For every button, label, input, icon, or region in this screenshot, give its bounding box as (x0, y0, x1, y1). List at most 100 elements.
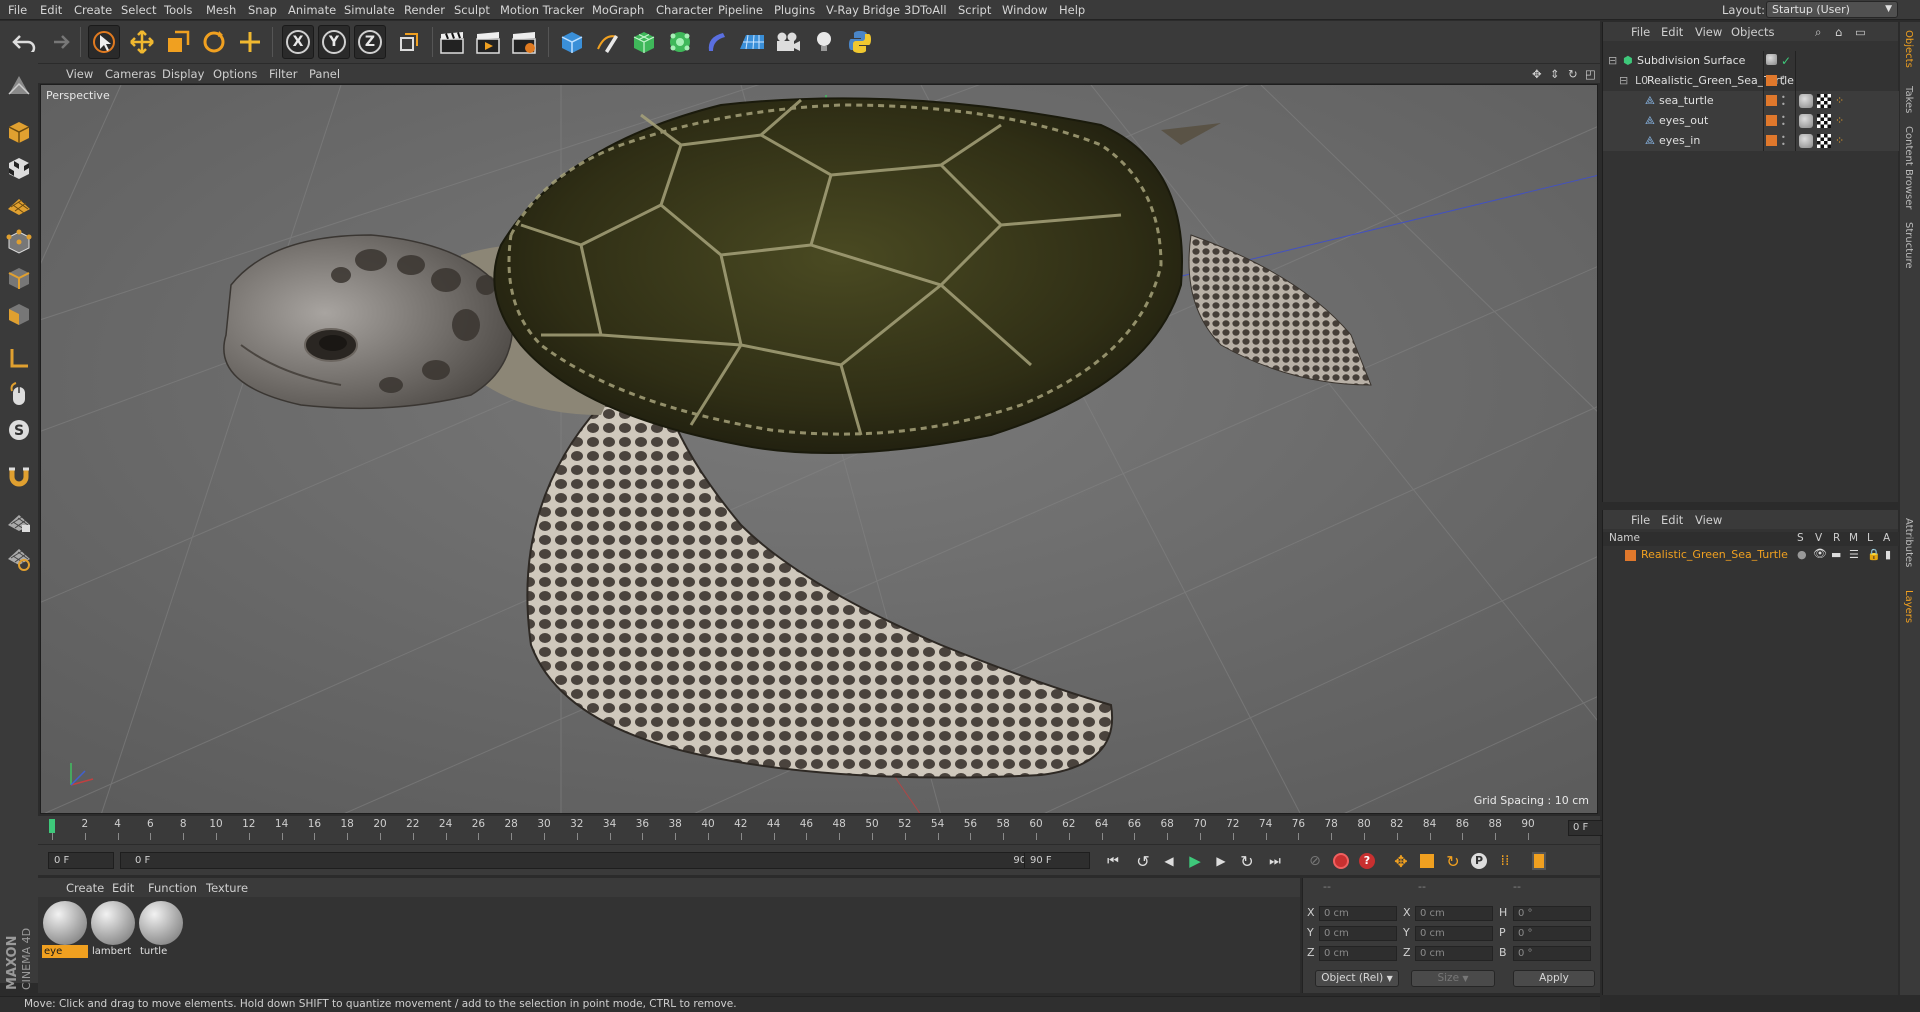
redo-button[interactable] (42, 25, 74, 59)
search-icon[interactable]: ⌕ (1815, 25, 1821, 40)
menu-tools[interactable]: Tools (164, 3, 192, 17)
menu-help[interactable]: Help (1059, 3, 1085, 17)
viewport-rotate-icon[interactable]: ↻ (1568, 67, 1578, 81)
menu-mesh[interactable]: Mesh (206, 3, 236, 17)
keyframe-rotation-button[interactable]: ↻ (1442, 850, 1464, 872)
timeline-layout-button[interactable] (1528, 850, 1550, 872)
size-y-field[interactable]: 0 cm (1415, 926, 1493, 941)
material-menu-function[interactable]: Function (148, 881, 197, 895)
end-frame-field[interactable]: 90 F (1024, 852, 1090, 869)
snap-button[interactable]: S (4, 415, 34, 445)
layers-menu-file[interactable]: File (1631, 513, 1650, 527)
extra-tag-icon[interactable]: ⁘ (1835, 91, 1844, 111)
play-button[interactable]: ▶ (1184, 850, 1206, 872)
objects-menu-file[interactable]: File (1631, 25, 1650, 39)
motion-path-button[interactable]: ⊘ (1304, 850, 1326, 872)
texture-mode-button[interactable] (4, 153, 34, 183)
viewport-menu-cameras[interactable]: Cameras (105, 67, 156, 81)
manager-toggle-icon[interactable]: ☰ (1849, 548, 1859, 561)
layer-col-render[interactable]: R (1833, 532, 1840, 544)
objects-menu-objects[interactable]: Objects (1731, 25, 1774, 39)
add-light-button[interactable] (808, 25, 840, 59)
menu-snap[interactable]: Snap (248, 3, 277, 17)
extra-tag-icon[interactable]: ⁘ (1835, 131, 1844, 151)
layer-col-locked[interactable]: L (1867, 532, 1873, 544)
texture-tag-icon[interactable] (1817, 114, 1831, 128)
rotate-tool-button[interactable] (198, 25, 230, 59)
autokeying-button[interactable]: ? (1356, 850, 1378, 872)
menu-3dtoall[interactable]: 3DToAll (904, 3, 947, 17)
phong-tag-icon[interactable] (1799, 94, 1813, 108)
add-camera-button[interactable] (772, 25, 804, 59)
viewport-maximize-icon[interactable]: ◰ (1585, 67, 1596, 81)
go-to-end-button[interactable]: ⏭ (1264, 850, 1286, 872)
phong-tag-icon[interactable] (1799, 114, 1813, 128)
layers-menu-view[interactable]: View (1695, 513, 1722, 527)
lock-workplane-button[interactable] (4, 507, 34, 537)
axis-x-lock-button[interactable]: X (282, 25, 314, 59)
material-lambert[interactable]: lambert (90, 901, 136, 958)
viewport-menu-panel[interactable]: Panel (309, 67, 340, 81)
tab-takes[interactable]: Takes (1903, 86, 1914, 113)
tab-attributes[interactable]: Attributes (1903, 518, 1914, 567)
object-row-eyes-in[interactable]: ⟁ eyes_in • • ⁘ (1603, 131, 1899, 151)
menu-mograph[interactable]: MoGraph (592, 3, 644, 17)
3d-viewport[interactable]: Perspective Grid Spacing : 10 cm (40, 84, 1598, 814)
pos-x-field[interactable]: 0 cm (1319, 906, 1397, 921)
go-to-next-key-button[interactable]: ↻ (1236, 850, 1258, 872)
menu-script[interactable]: Script (958, 3, 991, 17)
model-mode-button[interactable] (4, 117, 34, 147)
render-settings-button[interactable] (508, 25, 540, 59)
coordinate-mode-select[interactable]: Object (Rel) ▼ (1315, 970, 1399, 987)
add-cube-button[interactable] (556, 25, 588, 59)
coordinate-system-button[interactable] (392, 25, 424, 59)
visibility-dots-icon[interactable]: • • (1781, 74, 1791, 89)
layer-col-name[interactable]: Name (1609, 532, 1640, 544)
material-eye[interactable]: eye (42, 901, 88, 958)
layers-menu-edit[interactable]: Edit (1661, 513, 1683, 527)
rot-p-field[interactable]: 0 ° (1513, 926, 1591, 941)
material-turtle[interactable]: turtle (138, 901, 184, 958)
solo-toggle-icon[interactable]: ● (1797, 548, 1807, 561)
objects-menu-view[interactable]: View (1695, 25, 1722, 39)
visibility-dots-icon[interactable]: • • (1781, 134, 1791, 149)
texture-tag-icon[interactable] (1817, 134, 1831, 148)
rot-h-field[interactable]: 0 ° (1513, 906, 1591, 921)
undo-button[interactable] (8, 25, 40, 59)
keyframe-position-button[interactable]: ✥ (1390, 850, 1412, 872)
object-row-eyes-out[interactable]: ⟁ eyes_out • • ⁘ (1603, 111, 1899, 131)
render-to-picture-viewer-button[interactable] (472, 25, 504, 59)
layer-row-realistic-green-sea-turtle[interactable]: Realistic_Green_Sea_Turtle ● 👁 ▬ ☰ 🔒 ▮ (1603, 547, 1899, 565)
add-floor-button[interactable] (736, 25, 768, 59)
menu-plugins[interactable]: Plugins (774, 3, 815, 17)
menu-character[interactable]: Character (656, 3, 713, 17)
go-to-start-button[interactable]: ⏮ (1102, 850, 1124, 872)
viewport-move-icon[interactable]: ✥ (1532, 67, 1542, 81)
python-script-button[interactable] (844, 25, 876, 59)
extra-tag-icon[interactable]: ⁘ (1835, 111, 1844, 131)
enabled-check-icon[interactable]: ✓ (1781, 51, 1791, 71)
axis-y-lock-button[interactable]: Y (318, 25, 350, 59)
viewport-menu-view[interactable]: View (66, 67, 93, 81)
expand-icon[interactable]: ▭ (1855, 25, 1866, 39)
keyframe-parameter-button[interactable]: P (1468, 850, 1490, 872)
size-x-field[interactable]: 0 cm (1415, 906, 1493, 921)
layer-col-manager[interactable]: M (1849, 532, 1858, 544)
menu-motion-tracker[interactable]: Motion Tracker (500, 3, 584, 17)
menu-sculpt[interactable]: Sculpt (454, 3, 490, 17)
layout-select[interactable]: Startup (User) ▼ (1766, 1, 1898, 18)
workplane-align-button[interactable] (4, 543, 34, 573)
go-to-previous-key-button[interactable]: ↺ (1132, 850, 1154, 872)
viewport-dolly-icon[interactable]: ⇕ (1550, 67, 1560, 81)
tab-layers[interactable]: Layers (1903, 590, 1914, 623)
keyframe-scale-button[interactable] (1416, 850, 1438, 872)
phong-tag-icon[interactable] (1799, 134, 1813, 148)
menu-animate[interactable]: Animate (288, 3, 336, 17)
material-menu-create[interactable]: Create (66, 881, 104, 895)
points-mode-button[interactable] (4, 227, 34, 257)
timeline-playhead[interactable] (49, 819, 55, 833)
pos-y-field[interactable]: 0 cm (1319, 926, 1397, 941)
start-frame-field[interactable]: 0 F (48, 852, 114, 869)
menu-file[interactable]: File (8, 3, 27, 17)
live-selection-button[interactable] (88, 25, 120, 59)
